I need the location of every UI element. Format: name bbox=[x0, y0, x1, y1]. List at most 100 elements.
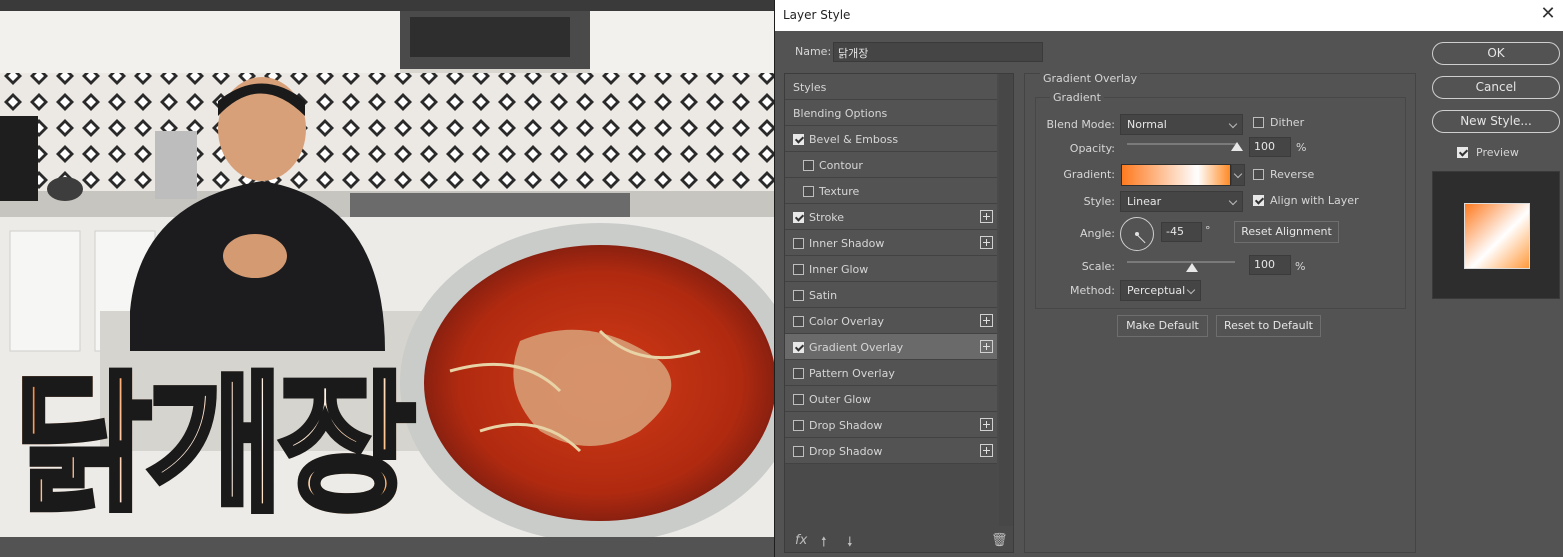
blend-mode-select[interactable]: Normal bbox=[1120, 114, 1243, 135]
style-item-label: Color Overlay bbox=[809, 315, 884, 328]
style-item-inner-shadow[interactable]: Inner Shadow bbox=[785, 230, 997, 256]
reset-alignment-button[interactable]: Reset Alignment bbox=[1234, 221, 1339, 243]
cancel-button[interactable]: Cancel bbox=[1432, 76, 1560, 99]
style-label: Style: bbox=[1083, 195, 1115, 208]
opacity-unit: % bbox=[1296, 141, 1307, 154]
method-label: Method: bbox=[1070, 284, 1115, 297]
style-checkbox[interactable] bbox=[793, 446, 804, 457]
style-item-label: Gradient Overlay bbox=[809, 341, 904, 354]
document-canvas[interactable]: 닭개장 bbox=[0, 11, 774, 537]
style-item-label: Texture bbox=[819, 185, 860, 198]
gradient-swatch[interactable] bbox=[1121, 164, 1231, 186]
style-item-label: Styles bbox=[793, 81, 827, 94]
angle-degree-unit: ° bbox=[1205, 224, 1211, 237]
photoshop-workspace: 닭개장 Layer Style ✕ Name: 닭개장 Styles Blendi… bbox=[0, 0, 1563, 557]
style-item-label: Blending Options bbox=[793, 107, 888, 120]
reverse-check-icon bbox=[1253, 169, 1264, 180]
style-item-gradient-overlay[interactable]: Gradient Overlay bbox=[785, 334, 997, 360]
style-item-drop-shadow[interactable]: Drop Shadow bbox=[785, 412, 997, 438]
style-item-color-overlay[interactable]: Color Overlay bbox=[785, 308, 997, 334]
style-item-blending-options[interactable]: Blending Options bbox=[785, 100, 997, 126]
style-checkbox[interactable] bbox=[803, 160, 814, 171]
styles-panel-footer: fx 🠕 🠗 🗑 bbox=[785, 529, 1013, 553]
opacity-slider[interactable] bbox=[1127, 143, 1237, 145]
style-checkbox[interactable] bbox=[793, 134, 804, 145]
align-check-icon bbox=[1253, 195, 1264, 206]
style-checkbox[interactable] bbox=[793, 212, 804, 223]
style-item-outer-glow[interactable]: Outer Glow bbox=[785, 386, 997, 412]
style-item-label: Drop Shadow bbox=[809, 445, 883, 458]
scale-unit: % bbox=[1295, 260, 1306, 273]
trash-icon[interactable]: 🗑 bbox=[991, 533, 1008, 548]
method-select[interactable]: Perceptual bbox=[1120, 280, 1201, 301]
opacity-input[interactable]: 100 bbox=[1249, 137, 1291, 157]
close-icon[interactable]: ✕ bbox=[1538, 4, 1558, 24]
style-item-satin[interactable]: Satin bbox=[785, 282, 997, 308]
canvas-bottom-strip bbox=[0, 537, 774, 557]
opacity-label: Opacity: bbox=[1069, 142, 1115, 155]
dialog-title: Layer Style bbox=[783, 8, 851, 22]
gradient-dropdown-icon[interactable] bbox=[1231, 164, 1245, 186]
add-style-plus-icon[interactable] bbox=[980, 418, 993, 431]
style-select[interactable]: Linear bbox=[1120, 191, 1243, 212]
angle-dial-center bbox=[1135, 232, 1139, 236]
style-checkbox[interactable] bbox=[793, 342, 804, 353]
move-up-icon[interactable]: 🠕 bbox=[821, 533, 827, 555]
style-checkbox[interactable] bbox=[793, 264, 804, 275]
style-preview bbox=[1432, 171, 1560, 299]
style-checkbox[interactable] bbox=[793, 420, 804, 431]
make-default-button[interactable]: Make Default bbox=[1117, 315, 1208, 337]
add-style-plus-icon[interactable] bbox=[980, 210, 993, 223]
style-checkbox[interactable] bbox=[793, 368, 804, 379]
styles-scrollbar[interactable] bbox=[999, 74, 1013, 526]
style-item-label: Contour bbox=[819, 159, 863, 172]
style-item-label: Pattern Overlay bbox=[809, 367, 895, 380]
preview-swatch bbox=[1464, 203, 1530, 269]
name-input[interactable]: 닭개장 bbox=[833, 42, 1043, 62]
dialog-titlebar[interactable]: Layer Style ✕ bbox=[775, 0, 1563, 31]
style-checkbox[interactable] bbox=[793, 290, 804, 301]
ok-button[interactable]: OK bbox=[1432, 42, 1560, 65]
angle-input[interactable]: -45 bbox=[1161, 222, 1202, 242]
style-item-texture[interactable]: Texture bbox=[785, 178, 997, 204]
add-style-plus-icon[interactable] bbox=[980, 314, 993, 327]
scale-input[interactable]: 100 bbox=[1249, 255, 1291, 275]
style-item-styles[interactable]: Styles bbox=[785, 74, 997, 100]
add-style-plus-icon[interactable] bbox=[980, 236, 993, 249]
preview-check-icon bbox=[1457, 147, 1468, 158]
style-checkbox[interactable] bbox=[793, 394, 804, 405]
style-checkbox[interactable] bbox=[793, 316, 804, 327]
style-item-label: Satin bbox=[809, 289, 838, 302]
fx-icon[interactable]: fx bbox=[795, 533, 807, 548]
add-style-plus-icon[interactable] bbox=[980, 340, 993, 353]
style-item-label: Drop Shadow bbox=[809, 419, 883, 432]
style-item-label: Inner Shadow bbox=[809, 237, 885, 250]
add-style-plus-icon[interactable] bbox=[980, 444, 993, 457]
new-style-button[interactable]: New Style... bbox=[1432, 110, 1560, 133]
preview-label: Preview bbox=[1476, 146, 1519, 159]
style-item-pattern-overlay[interactable]: Pattern Overlay bbox=[785, 360, 997, 386]
style-item-label: Outer Glow bbox=[809, 393, 872, 406]
reset-to-default-button[interactable]: Reset to Default bbox=[1216, 315, 1321, 337]
angle-label: Angle: bbox=[1079, 227, 1115, 240]
style-checkbox[interactable] bbox=[793, 238, 804, 249]
blend-mode-label: Blend Mode: bbox=[1046, 118, 1116, 131]
move-down-icon[interactable]: 🠗 bbox=[847, 533, 853, 555]
angle-dial[interactable] bbox=[1120, 217, 1154, 251]
style-item-inner-glow[interactable]: Inner Glow bbox=[785, 256, 997, 282]
align-label: Align with Layer bbox=[1270, 194, 1359, 207]
style-item-bevel-emboss[interactable]: Bevel & Emboss bbox=[785, 126, 997, 152]
opacity-slider-thumb[interactable] bbox=[1231, 142, 1243, 151]
style-item-contour[interactable]: Contour bbox=[785, 152, 997, 178]
name-label: Name: bbox=[795, 45, 832, 58]
canvas-top-strip bbox=[0, 0, 774, 11]
section-title: Gradient Overlay bbox=[1040, 72, 1141, 85]
style-item-stroke[interactable]: Stroke bbox=[785, 204, 997, 230]
scale-slider-thumb[interactable] bbox=[1185, 263, 1198, 272]
scale-slider[interactable] bbox=[1127, 261, 1235, 263]
style-item-drop-shadow[interactable]: Drop Shadow bbox=[785, 438, 997, 464]
style-checkbox[interactable] bbox=[803, 186, 814, 197]
styles-panel: Styles Blending Options Bevel & Emboss Cont… bbox=[784, 73, 1014, 553]
dither-check-icon bbox=[1253, 117, 1264, 128]
gradient-label: Gradient: bbox=[1063, 168, 1115, 181]
